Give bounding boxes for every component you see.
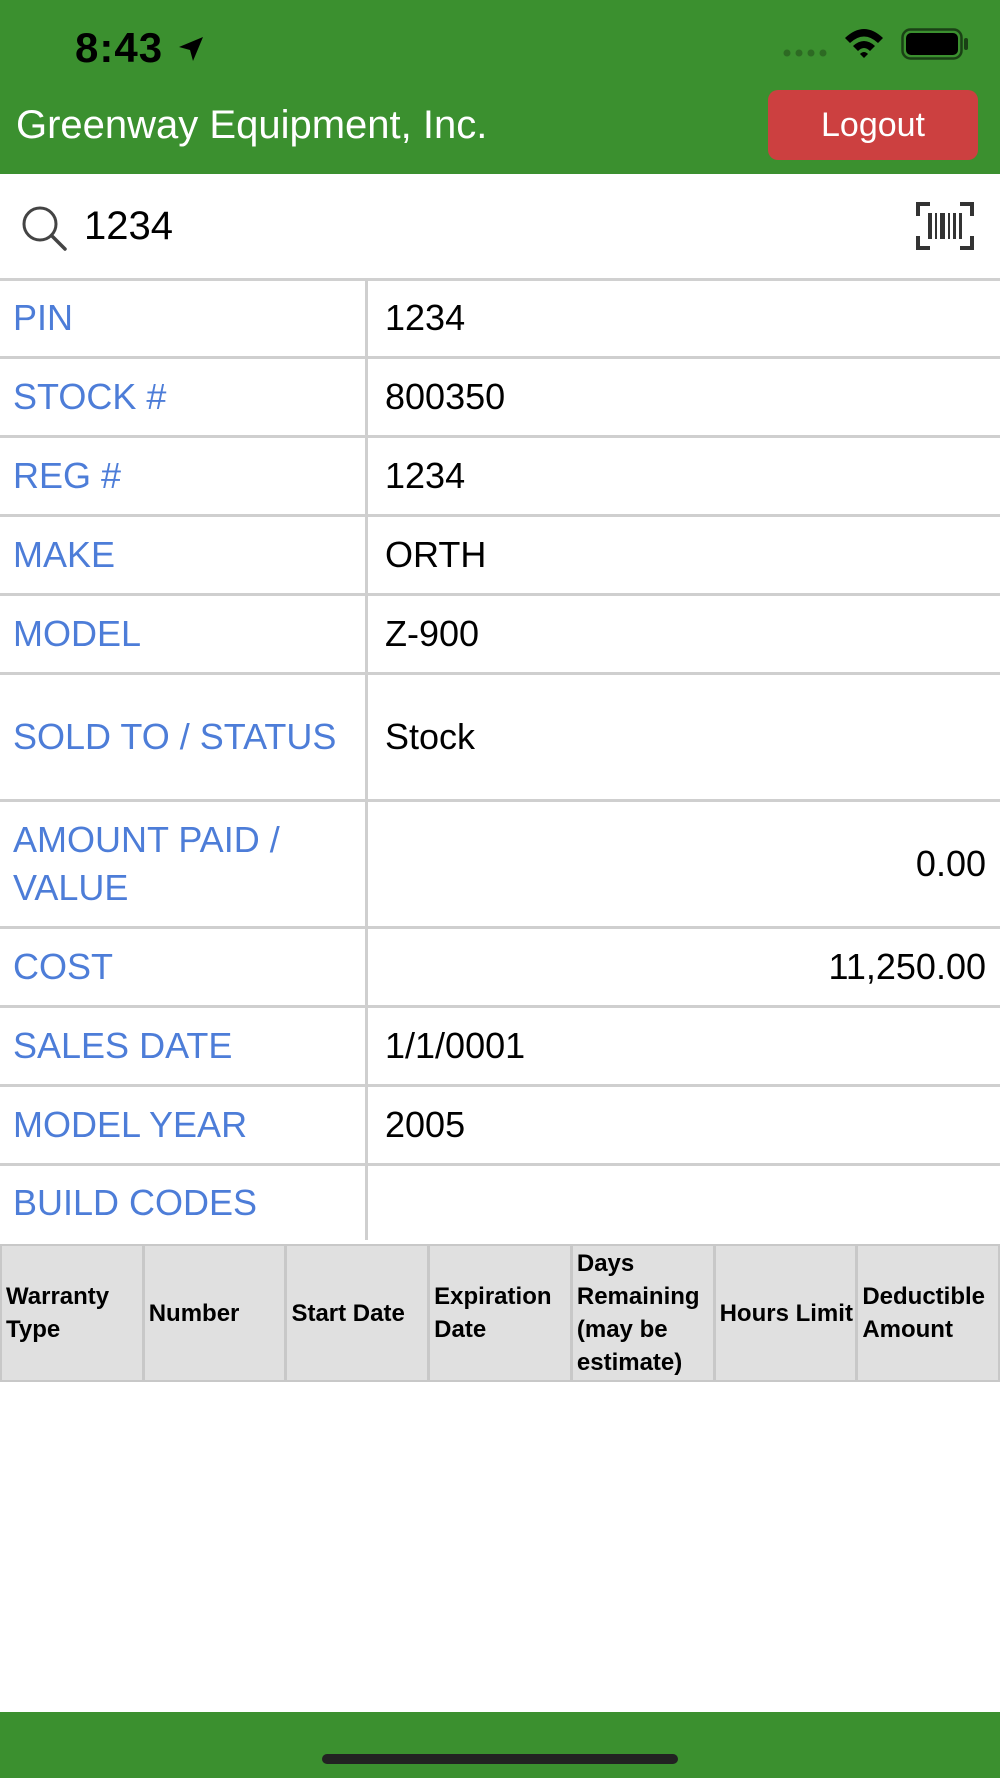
logout-button[interactable]: Logout [768,90,978,160]
detail-row-build-codes: BUILD CODES [0,1166,1000,1240]
app-title: Greenway Equipment, Inc. [16,103,488,147]
battery-icon [901,28,968,60]
warranty-column-header: Deductible Amount [862,1283,985,1343]
detail-row-amount-paid: AMOUNT PAID / VALUE 0.00 [0,802,1000,929]
detail-value: 2005 [385,1104,466,1145]
detail-value: 11,250.00 [828,946,986,987]
search-input[interactable] [84,196,884,256]
detail-label: PIN [0,280,368,356]
equipment-detail-table: PIN 1234 STOCK # 800350 REG # 1234 MAKE … [0,280,1000,1240]
detail-value: 1234 [385,455,466,496]
detail-row-make: MAKE ORTH [0,517,1000,596]
search-bar [0,174,1000,281]
detail-value: 1/1/0001 [385,1025,526,1066]
detail-value: ORTH [385,534,487,575]
detail-label: MAKE [0,517,368,593]
cellular-signal-icon [783,49,827,57]
warranty-column-header: Warranty Type [2,1246,145,1380]
header-bar: 8:43 Greenway Equipment, Inc. Logout [0,0,1000,174]
warranty-column-header: Number [145,1246,288,1380]
detail-label: MODEL YEAR [0,1087,368,1163]
detail-label: REG # [0,438,368,514]
warranty-table-header: Warranty Type Number Start Date Expirati… [0,1244,1000,1382]
detail-label: AMOUNT PAID / VALUE [0,802,368,926]
detail-row-pin: PIN 1234 [0,280,1000,359]
home-indicator[interactable] [322,1754,678,1764]
warranty-column-header: Days Remaining (may be estimate) [573,1246,716,1380]
detail-value [368,1166,1000,1240]
detail-value: Stock [385,716,476,757]
warranty-column-header: Start Date [287,1246,431,1380]
detail-label: BUILD CODES [0,1166,368,1240]
warranty-column-header: Hours Limit [716,1246,859,1380]
detail-value: 0.00 [915,843,986,884]
search-icon [22,206,67,251]
detail-label: STOCK # [0,359,368,435]
detail-label: MODEL [0,596,368,672]
detail-label: SALES DATE [0,1008,368,1084]
detail-row-cost: COST 11,250.00 [0,929,1000,1008]
detail-value: 800350 [385,376,506,417]
detail-row-stock: STOCK # 800350 [0,359,1000,438]
warranty-column-header: Expiration Date [430,1246,573,1380]
detail-value: 1234 [385,297,466,338]
detail-label: COST [0,929,368,1005]
status-time: 8:43 [75,24,164,71]
app-screen: 8:43 Greenway Equipment, Inc. Logout 123… [0,0,1000,1778]
detail-row-model: MODEL Z-900 [0,596,1000,675]
detail-label: SOLD TO / STATUS [0,675,368,799]
location-arrow-icon [179,37,203,61]
detail-row-sold-to: SOLD TO / STATUS Stock [0,675,1000,802]
detail-row-sales-date: SALES DATE 1/1/0001 [0,1008,1000,1087]
barcode-scan-icon[interactable] [916,202,974,250]
wifi-icon [845,29,883,58]
detail-value: Z-900 [385,613,480,654]
detail-row-model-year: MODEL YEAR 2005 [0,1087,1000,1166]
bottom-bar [0,1712,1000,1778]
detail-row-reg: REG # 1234 [0,438,1000,517]
